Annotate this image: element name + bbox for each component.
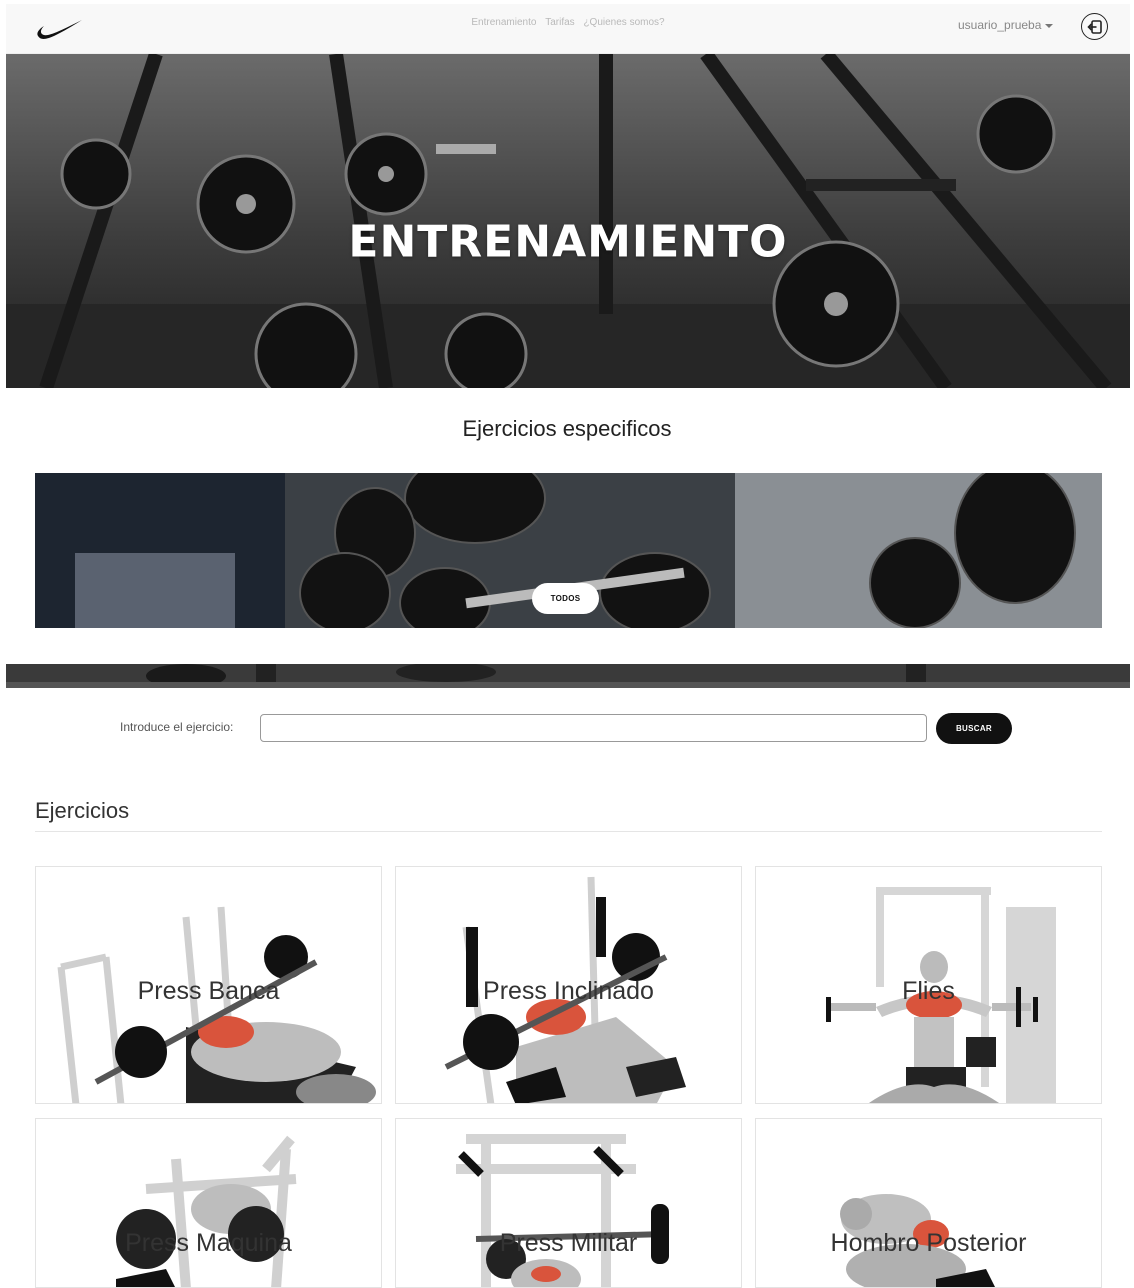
hero-strip (6, 664, 1130, 688)
logout-button[interactable] (1081, 13, 1108, 40)
exercise-label: Press Banca (137, 977, 280, 1005)
exercises-heading: Ejercicios (35, 798, 130, 823)
user-dropdown[interactable]: usuario_prueba (958, 18, 1054, 32)
nav-link-tarifas[interactable]: Tarifas (545, 17, 574, 28)
military-press-illustration (456, 1134, 669, 1287)
exercise-card-press-militar[interactable]: Press Militar (395, 1118, 742, 1288)
exercise-card-flies[interactable]: Flies (755, 866, 1102, 1104)
caret-down-icon (1045, 23, 1054, 28)
logout-icon (1086, 19, 1102, 34)
nav-link-entrenamiento[interactable]: Entrenamiento (471, 17, 536, 28)
exercise-label: Press Militar (499, 1229, 638, 1257)
username-label: usuario_prueba (958, 18, 1042, 32)
navbar: Entrenamiento Tarifas ¿Quienes somos? us… (6, 4, 1130, 54)
exercise-search-input[interactable] (260, 714, 927, 742)
exercise-card-press-banca[interactable]: Press Banca (35, 866, 382, 1104)
exercise-label: Flies (902, 977, 955, 1005)
exercise-card-press-maquina[interactable]: Press Maquina (35, 1118, 382, 1288)
exercise-label: Hombro Posterior (830, 1229, 1027, 1257)
hero-banner: ENTRENAMIENTO (6, 54, 1130, 388)
rear-delt-illustration (840, 1194, 995, 1287)
gym-strip-image (6, 664, 1130, 688)
exercise-label: Press Maquina (125, 1229, 292, 1257)
search-label: Introduce el ejercicio: (120, 720, 234, 734)
specific-exercises-title: Ejercicios especificos (462, 416, 672, 441)
buscar-button[interactable]: BUSCAR (936, 713, 1012, 744)
exercise-card-hombro-posterior[interactable]: Hombro Posterior (755, 1118, 1102, 1288)
nav-link-quienes-somos[interactable]: ¿Quienes somos? (583, 17, 664, 28)
top-screenshot-panel: Entrenamiento Tarifas ¿Quienes somos? us… (0, 0, 1134, 630)
screenshot-separator (0, 630, 1134, 664)
machine-press-illustration (116, 1135, 297, 1287)
exercise-label: Press Inclinado (483, 977, 654, 1005)
exercise-card-press-inclinado[interactable]: Press Inclinado (395, 866, 742, 1104)
hero-title: ENTRENAMIENTO (348, 216, 788, 268)
exercises-divider (35, 831, 1102, 832)
todos-button[interactable]: TODOS (532, 583, 599, 614)
